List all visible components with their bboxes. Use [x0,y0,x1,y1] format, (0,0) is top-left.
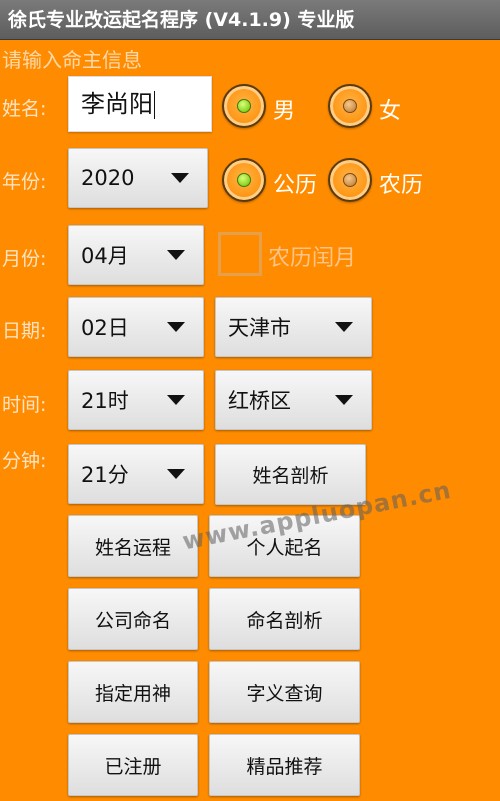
minute-spinner-value: 21分 [81,463,129,487]
province-spinner[interactable]: 天津市 [215,297,372,357]
radio-dot-icon [237,173,251,187]
solar-calendar-label[interactable]: 公历 [273,167,317,199]
lunar-calendar-radio[interactable] [328,158,372,202]
year-label: 年份: [2,171,47,193]
registered-button[interactable]: 已注册 [68,734,198,796]
naming-analysis-button[interactable]: 命名剖析 [209,588,360,650]
name-label: 姓名: [2,98,47,120]
designated-god-button[interactable]: 指定用神 [68,661,198,723]
section-title: 请输入命主信息 [2,48,142,72]
solar-calendar-radio[interactable] [222,158,266,202]
name-fortune-button[interactable]: 姓名运程 [68,515,198,577]
leap-month-label[interactable]: 农历闰月 [268,240,356,272]
lunar-calendar-label[interactable]: 农历 [379,167,423,199]
day-label: 日期: [2,320,47,342]
char-meaning-button[interactable]: 字义查询 [209,661,360,723]
leap-month-checkbox[interactable] [218,232,262,276]
dropdown-arrow-icon [335,322,353,332]
day-spinner[interactable]: 02日 [68,297,204,357]
featured-button[interactable]: 精品推荐 [209,734,360,796]
dropdown-arrow-icon [335,395,353,405]
hour-spinner[interactable]: 21时 [68,370,204,430]
dropdown-arrow-icon [167,250,185,260]
female-radio[interactable] [328,84,372,128]
radio-dot-icon [343,173,357,187]
name-input-value: 李尚阳 [81,90,153,118]
company-naming-button[interactable]: 公司命名 [68,588,198,650]
year-spinner[interactable]: 2020 [68,148,208,208]
name-input[interactable]: 李尚阳 [68,76,212,132]
day-spinner-value: 02日 [81,316,129,340]
month-spinner[interactable]: 04月 [68,225,204,285]
month-label: 月份: [2,248,47,270]
radio-dot-icon [237,99,251,113]
male-radio[interactable] [222,84,266,128]
male-radio-label[interactable]: 男 [273,93,295,125]
district-spinner-value: 红桥区 [228,389,291,413]
text-cursor [154,91,155,119]
female-radio-label[interactable]: 女 [379,93,401,125]
app-title: 徐氏专业改运起名程序 (V4.1.9) 专业版 [8,9,355,31]
app-title-bar: 徐氏专业改运起名程序 (V4.1.9) 专业版 [0,0,500,40]
dropdown-arrow-icon [171,173,189,183]
hour-label: 时间: [2,394,47,416]
dropdown-arrow-icon [167,322,185,332]
dropdown-arrow-icon [167,395,185,405]
hour-spinner-value: 21时 [81,389,129,413]
minute-spinner[interactable]: 21分 [68,444,204,504]
province-spinner-value: 天津市 [228,316,291,340]
year-spinner-value: 2020 [81,166,135,190]
minute-label: 分钟: [2,450,47,472]
district-spinner[interactable]: 红桥区 [215,370,372,430]
radio-dot-icon [343,99,357,113]
dropdown-arrow-icon [167,469,185,479]
month-spinner-value: 04月 [81,244,129,268]
